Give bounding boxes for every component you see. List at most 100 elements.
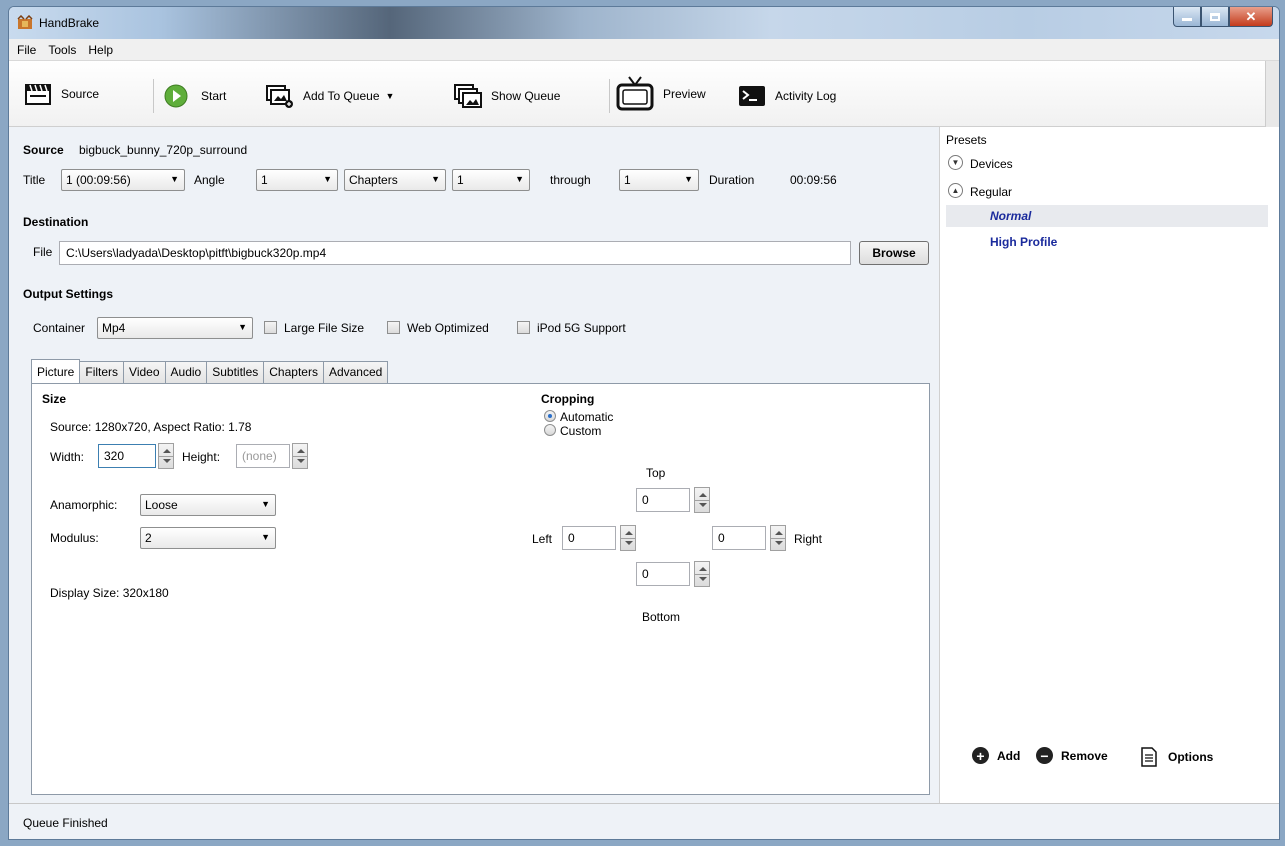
range-end-value: 1 [624,173,631,187]
anamorphic-select[interactable]: Loose ▼ [140,494,276,516]
add-to-queue-button[interactable]: Add To Queue ▼ [265,83,394,109]
cropping-automatic-radio[interactable] [544,410,556,422]
crop-left-stepper[interactable] [620,525,636,551]
preset-group-regular[interactable]: Regular [970,185,1012,199]
crop-bottom-stepper[interactable] [694,561,710,587]
ipod-support-checkbox[interactable] [517,321,530,334]
chevron-down-icon: ▼ [684,174,693,184]
destination-file-input[interactable]: C:\Users\ladyada\Desktop\pitft\bigbuck32… [59,241,851,265]
crop-top-label: Top [646,466,666,480]
show-queue-button[interactable]: Show Queue [453,83,560,109]
tab-picture[interactable]: Picture [31,359,81,383]
range-start-select[interactable]: 1 ▼ [452,169,530,191]
title-bar: HandBrake ✕ [9,7,1279,39]
activity-log-button[interactable]: Activity Log [737,83,836,109]
main-settings: Source bigbuck_bunny_720p_surround Title… [9,127,939,795]
range-start-value: 1 [457,173,464,187]
modulus-select[interactable]: 2 ▼ [140,527,276,549]
start-label: Start [201,89,227,103]
remove-preset-button[interactable]: − Remove [1036,747,1108,764]
show-queue-icon [454,84,482,108]
crop-bottom-input[interactable]: 0 [636,562,690,586]
add-preset-label: Add [997,748,1021,763]
crop-top-stepper[interactable] [694,487,710,513]
remove-preset-label: Remove [1061,748,1108,763]
range-end-select[interactable]: 1 ▼ [619,169,699,191]
destination-heading: Destination [23,215,89,229]
preset-options-label: Options [1168,750,1214,764]
minimize-icon [1182,18,1192,21]
title-select[interactable]: 1 (00:09:56) ▼ [61,169,185,191]
file-label: File [33,245,53,259]
web-optimized-checkbox[interactable] [387,321,400,334]
terminal-icon [739,86,765,106]
close-button[interactable]: ✕ [1229,7,1273,27]
start-button[interactable]: Start [163,83,226,109]
menu-tools[interactable]: Tools [48,43,76,57]
status-text: Queue Finished [23,816,108,830]
range-mode-select[interactable]: Chapters ▼ [344,169,446,191]
height-input[interactable]: (none) [236,444,290,468]
crop-left-label: Left [532,532,553,546]
browse-button[interactable]: Browse [859,241,929,265]
preview-button[interactable]: Preview [615,75,706,113]
menu-file[interactable]: File [17,43,36,57]
title-select-value: 1 (00:09:56) [66,173,131,187]
duration-value: 00:09:56 [790,173,837,187]
crop-right-stepper[interactable] [770,525,786,551]
width-input[interactable]: 320 [98,444,156,468]
chevron-down-icon: ▼ [515,174,524,184]
window-title: HandBrake [39,16,100,30]
collapse-regular-icon[interactable]: ▲ [948,183,963,198]
crop-right-input[interactable]: 0 [712,526,766,550]
cropping-custom-radio[interactable] [544,424,556,436]
ipod-support-label: iPod 5G Support [537,321,626,335]
preset-high-profile[interactable]: High Profile [990,235,1057,249]
tab-video[interactable]: Video [123,361,166,383]
preset-group-devices[interactable]: Devices [970,157,1013,171]
settings-tabs: Picture Filters Video Audio Subtitles Ch… [31,359,389,383]
anamorphic-select-value: Loose [145,498,178,512]
chevron-down-icon[interactable]: ▼ [386,91,395,101]
modulus-select-value: 2 [145,531,152,545]
document-icon [1141,747,1157,767]
chevron-down-icon: ▼ [261,499,270,509]
play-icon [164,84,188,108]
container-select-value: Mp4 [102,321,126,335]
chevron-down-icon: ▼ [431,174,440,184]
menu-help[interactable]: Help [88,43,113,57]
toolbar-scrollbar[interactable] [1265,61,1279,127]
add-preset-button[interactable]: + Add [972,747,1020,764]
crop-left-input[interactable]: 0 [562,526,616,550]
source-label: Source [61,87,100,101]
tab-advanced[interactable]: Advanced [322,361,389,383]
activity-log-label: Activity Log [775,89,837,103]
expand-devices-icon[interactable]: ▼ [948,155,963,170]
chevron-down-icon: ▼ [261,532,270,542]
through-label: through [550,173,591,187]
container-select[interactable]: Mp4 ▼ [97,317,253,339]
web-optimized-label: Web Optimized [407,321,489,335]
preset-normal[interactable]: Normal [990,209,1031,223]
preset-options-button[interactable]: Options [1140,747,1213,767]
large-file-checkbox[interactable] [264,321,277,334]
angle-select[interactable]: 1 ▼ [256,169,338,191]
source-button[interactable]: Source [23,81,99,107]
large-file-label: Large File Size [284,321,365,335]
tab-filters[interactable]: Filters [79,361,125,383]
tab-audio[interactable]: Audio [164,361,208,383]
chevron-down-icon: ▼ [238,322,247,332]
maximize-button[interactable] [1201,7,1229,27]
width-stepper[interactable] [158,443,174,469]
height-stepper[interactable] [292,443,308,469]
preset-selected-row[interactable]: Normal [946,205,1268,227]
minimize-button[interactable] [1173,7,1201,27]
crop-top-input[interactable]: 0 [636,488,690,512]
close-icon: ✕ [1245,8,1257,24]
tab-subtitles[interactable]: Subtitles [206,361,265,383]
menu-bar: File Tools Help [9,39,1279,61]
tab-chapters[interactable]: Chapters [263,361,324,383]
minus-circle-icon: − [1036,747,1053,764]
handbrake-window: HandBrake ✕ File Tools Help Source Start… [8,6,1280,840]
chevron-down-icon: ▼ [323,174,332,184]
